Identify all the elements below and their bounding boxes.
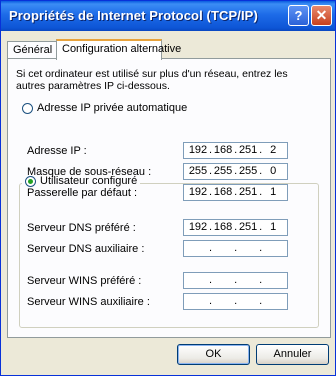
octet: 0: [270, 165, 277, 177]
radio-label: Adresse IP privée automatique: [37, 102, 188, 114]
preferred-dns-label: Serveur DNS préféré :: [27, 222, 136, 234]
alternate-wins-label: Serveur WINS auxiliaire :: [27, 296, 150, 308]
alternate-dns-label: Serveur DNS auxiliaire :: [27, 243, 145, 255]
octet: 168: [213, 186, 233, 198]
ok-button[interactable]: OK: [177, 344, 250, 365]
octet: 192: [188, 144, 208, 156]
octet: 251: [238, 221, 258, 233]
tab-general[interactable]: Général: [7, 41, 57, 58]
preferred-wins-label: Serveur WINS préféré :: [27, 275, 142, 287]
octet: 255: [238, 165, 258, 177]
subnet-mask-label: Masque de sous-réseau :: [27, 166, 152, 178]
octet: 251: [238, 186, 258, 198]
octet: 255: [213, 165, 233, 177]
default-gateway-label: Passerelle par défaut :: [27, 187, 138, 199]
help-button[interactable]: ?: [288, 5, 309, 26]
octet: 168: [213, 144, 233, 156]
octet: 1: [270, 221, 277, 233]
preferred-wins-field[interactable]: ...: [183, 272, 288, 289]
octet: 2: [270, 144, 277, 156]
alternate-dns-field[interactable]: ...: [183, 240, 288, 257]
tab-alternate-configuration[interactable]: Configuration alternative: [56, 39, 181, 60]
subnet-mask-field[interactable]: 255. 255. 255. 0: [183, 163, 288, 180]
close-button[interactable]: ✕: [311, 5, 332, 26]
radio-button[interactable]: [22, 102, 33, 114]
octet: 255: [188, 165, 208, 177]
octet: 192: [188, 221, 208, 233]
octet: 192: [188, 186, 208, 198]
window-title: Propriétés de Internet Protocol (TCP/IP): [9, 8, 258, 23]
tab-panel: Si cet ordinateur est utilisé sur plus d…: [7, 58, 331, 338]
preferred-dns-field[interactable]: 192. 168. 251. 1: [183, 219, 288, 236]
tcpip-properties-dialog: Propriétés de Internet Protocol (TCP/IP)…: [0, 0, 336, 376]
radio-automatic-private-ip[interactable]: Adresse IP privée automatique: [22, 102, 187, 116]
octet: 1: [270, 186, 277, 198]
octet: 168: [213, 221, 233, 233]
default-gateway-field[interactable]: 192. 168. 251. 1: [183, 184, 288, 201]
octet: 251: [238, 144, 258, 156]
description-text: Si cet ordinateur est utilisé sur plus d…: [16, 68, 288, 92]
cancel-button[interactable]: Annuler: [256, 344, 329, 365]
alternate-wins-field[interactable]: ...: [183, 293, 288, 310]
ip-address-field[interactable]: 192. 168. 251. 2: [183, 142, 288, 159]
ip-address-label: Adresse IP :: [27, 145, 87, 157]
title-bar[interactable]: Propriétés de Internet Protocol (TCP/IP)…: [1, 1, 335, 31]
